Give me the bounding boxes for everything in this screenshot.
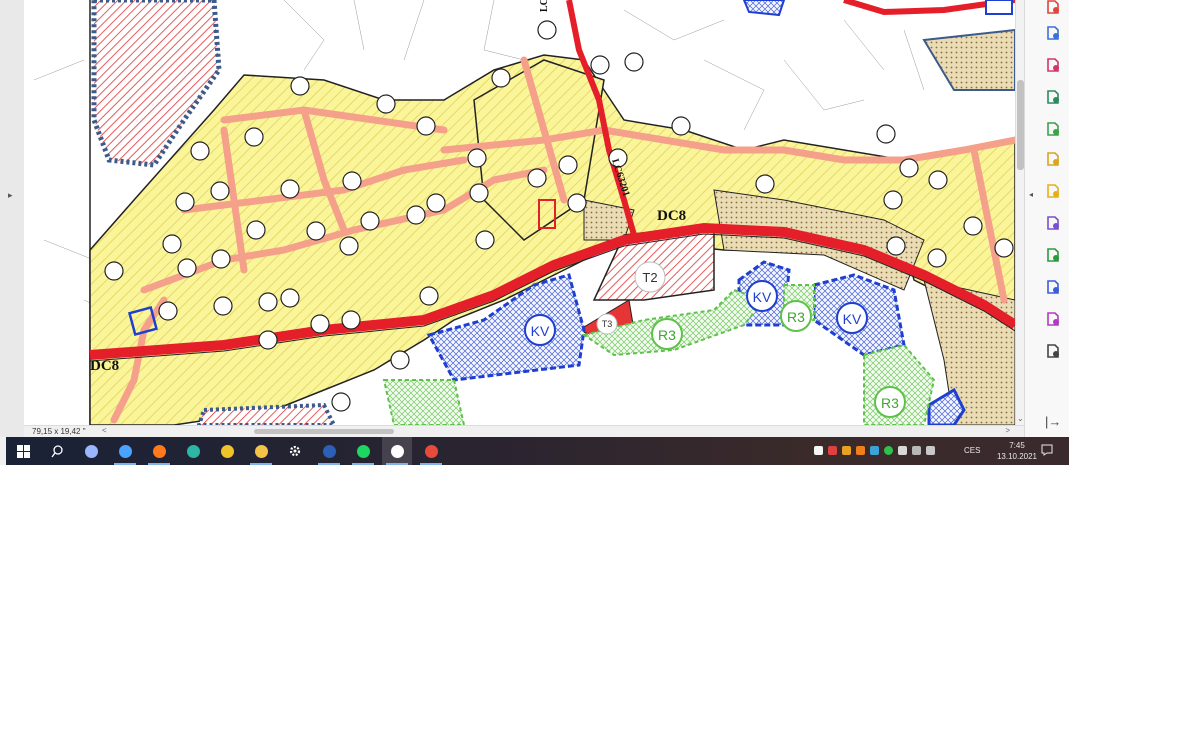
comment-icon[interactable] — [1044, 182, 1062, 200]
export-pdf-icon[interactable] — [1044, 88, 1062, 106]
organize-pages-icon[interactable] — [1044, 56, 1062, 74]
tools-pane: ◂ |→ — [1024, 0, 1069, 437]
notification-center-icon[interactable] — [1040, 443, 1054, 462]
firefox-icon[interactable] — [144, 437, 174, 465]
chrome-profile-icon[interactable] — [416, 437, 446, 465]
network-tray-icon[interactable] — [870, 446, 879, 455]
chrome-tray-icon[interactable] — [842, 446, 851, 455]
scroll-left-arrow-icon[interactable]: < — [102, 426, 107, 435]
protect-icon[interactable] — [1044, 278, 1062, 296]
create-pdf-icon[interactable] — [1044, 0, 1062, 16]
zone-label-kv-1: KV — [531, 323, 550, 339]
zoning-map: DC8 DC8 LC63201 LC T2 T3 KV KV KV R3 R3 … — [24, 0, 1015, 425]
scroll-right-arrow-icon[interactable]: > — [1005, 426, 1010, 435]
road-label-lc-top: LC — [539, 0, 550, 12]
horizontal-scroll-thumb[interactable] — [254, 429, 394, 434]
security-tray-icon[interactable] — [828, 446, 837, 455]
fill-sign-icon[interactable] — [1044, 150, 1062, 168]
clock-date: 13.10.2021 — [996, 452, 1038, 461]
zone-label-r3-2: R3 — [787, 309, 805, 325]
task-view-icon[interactable] — [76, 437, 106, 465]
zone-label-kv-2: KV — [753, 289, 772, 305]
collapse-pane-arrow-icon[interactable]: ◂ — [1029, 190, 1033, 199]
settings-icon[interactable] — [280, 437, 310, 465]
combine-files-icon[interactable] — [1044, 24, 1062, 42]
acrobat-icon[interactable] — [382, 437, 412, 465]
prepare-form-icon[interactable] — [1044, 310, 1062, 328]
edge-icon[interactable] — [178, 437, 208, 465]
zone-label-t3: T3 — [602, 319, 613, 329]
more-tools-icon[interactable] — [1044, 342, 1062, 360]
zone-label-t2: T2 — [642, 270, 657, 285]
navigation-pane-strip[interactable]: ▸ — [0, 0, 25, 437]
wifi-tray-icon[interactable] — [912, 446, 921, 455]
windows-start-icon[interactable] — [8, 437, 38, 465]
windows-taskbar: CES 7:45 13.10.2021 — [6, 437, 1069, 465]
file-explorer-icon[interactable] — [246, 437, 276, 465]
edit-pdf-icon[interactable] — [1044, 120, 1062, 138]
clock[interactable]: 7:45 13.10.2021 — [996, 440, 1038, 462]
zone-label-r3-3: R3 — [881, 395, 899, 411]
sign-icon[interactable] — [1044, 214, 1062, 232]
print-production-icon[interactable] — [1044, 246, 1062, 264]
desktop-screen: ▸ DC8 DC8 LC63201 LC T2 T3 KV KV KV R3 R… — [0, 0, 1069, 465]
spotify-icon[interactable] — [348, 437, 378, 465]
page-dimensions: 79,15 x 19,42 " — [32, 427, 86, 436]
pdf-document-view[interactable]: DC8 DC8 LC63201 LC T2 T3 KV KV KV R3 R3 … — [24, 0, 1015, 425]
expand-pane-icon[interactable]: |→ — [1045, 414, 1061, 429]
zone-label-kv-3: KV — [843, 311, 862, 327]
volume-tray-icon[interactable] — [926, 446, 935, 455]
store-icon[interactable] — [110, 437, 140, 465]
road-label-dc8-left: DC8 — [90, 358, 119, 374]
battery-tray-icon[interactable] — [898, 446, 907, 455]
clock-time: 7:45 — [1009, 441, 1025, 450]
spotify-tray-icon[interactable] — [884, 446, 893, 455]
road-label-dc8-center: DC8 — [657, 208, 686, 224]
vertical-scroll-thumb[interactable] — [1017, 80, 1024, 170]
chrome-icon[interactable] — [212, 437, 242, 465]
expand-navigation-arrow-icon[interactable]: ▸ — [8, 190, 13, 201]
input-language[interactable]: CES — [964, 446, 980, 455]
scroll-down-arrow-icon[interactable]: ⌄ — [1017, 414, 1024, 423]
word-icon[interactable] — [314, 437, 344, 465]
zone-label-r3-1: R3 — [658, 327, 676, 343]
update-tray-icon[interactable] — [856, 446, 865, 455]
search-icon[interactable] — [42, 437, 72, 465]
clipboard-tray-icon[interactable] — [814, 446, 823, 455]
